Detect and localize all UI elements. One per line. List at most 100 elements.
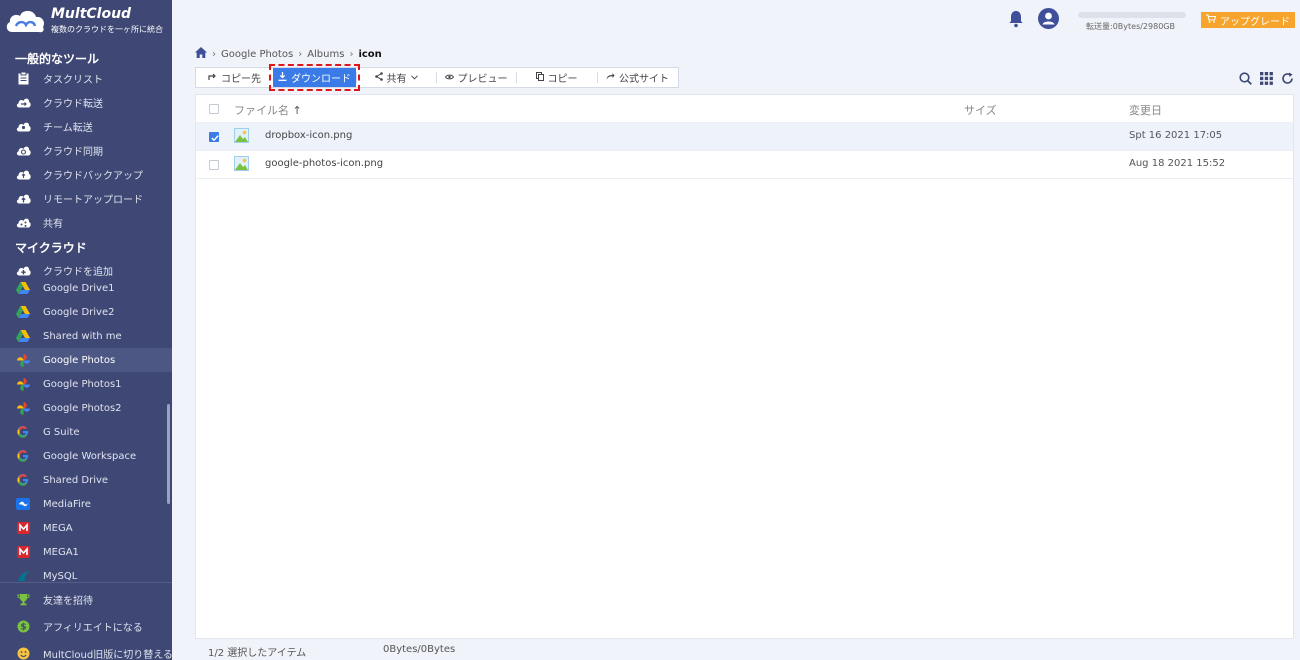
select-all-checkbox[interactable] <box>209 104 219 114</box>
affiliate-link[interactable]: $ アフィリエイトになる <box>0 613 172 640</box>
sidebar-item-label: Google Workspace <box>43 450 137 462</box>
upgrade-button[interactable]: アップグレード <box>1201 12 1295 28</box>
trophy-icon <box>15 593 31 607</box>
sidebar-item-label: MultCloud旧版に切り替える <box>43 650 172 660</box>
sidebar-item-task-list[interactable]: タスクリスト <box>0 66 172 90</box>
grid-view-icon[interactable] <box>1260 72 1273 85</box>
sidebar-item-share[interactable]: 共有 <box>0 210 172 234</box>
mysql-icon <box>15 569 31 583</box>
google-g-icon <box>15 425 31 439</box>
file-name[interactable]: dropbox-icon.png <box>265 130 352 141</box>
file-modified: Spt 16 2021 17:05 <box>1129 130 1223 141</box>
column-header-size[interactable]: サイズ <box>964 102 997 118</box>
search-icon[interactable] <box>1239 72 1252 85</box>
column-header-filename[interactable]: ファイル名 ↑ <box>234 102 302 118</box>
file-modified: Aug 18 2021 15:52 <box>1129 158 1226 169</box>
column-header-modified[interactable]: 変更日 <box>1129 102 1162 118</box>
redirect-arrow-icon <box>208 72 217 83</box>
download-button[interactable]: ダウンロード <box>269 64 360 91</box>
user-avatar[interactable] <box>1038 8 1059 29</box>
sidebar-item-g-suite[interactable]: G Suite <box>0 420 172 444</box>
breadcrumb-google-photos[interactable]: Google Photos <box>221 49 293 60</box>
share-button[interactable]: 共有 <box>356 68 436 87</box>
google-photos-icon <box>15 401 31 415</box>
copy-label: コピー <box>547 74 578 85</box>
copy-to-button[interactable]: コピー先 <box>196 68 273 87</box>
google-photos-icon <box>15 377 31 391</box>
my-cloud-section-title: マイクラウド <box>15 241 87 255</box>
sidebar-item-google-drive1[interactable]: Google Drive1 <box>0 276 172 300</box>
quota-text: 転送量:0Bytes/2980GB <box>1086 22 1175 31</box>
mediafire-icon <box>15 497 31 511</box>
sidebar-item-mega1[interactable]: MEGA1 <box>0 540 172 564</box>
row-checkbox[interactable] <box>209 160 219 170</box>
sidebar-item-label: Shared Drive <box>43 474 109 486</box>
sidebar-item-shared-with-me[interactable]: Shared with me <box>0 324 172 348</box>
sidebar-item-google-photos[interactable]: Google Photos <box>0 348 172 372</box>
sidebar-item-label: MySQL <box>43 570 78 582</box>
switch-old-version-link[interactable]: MultCloud旧版に切り替える <box>0 640 172 660</box>
sidebar-item-team-transfer[interactable]: チーム転送 <box>0 114 172 138</box>
sidebar-item-shared-drive[interactable]: Shared Drive <box>0 468 172 492</box>
sidebar-item-cloud-backup[interactable]: クラウドバックアップ <box>0 162 172 186</box>
cloud-nav: Google Drive1 Google Drive2 Shared with … <box>0 276 172 588</box>
share-label: 共有 <box>386 74 407 85</box>
table-row[interactable]: dropbox-icon.png Spt 16 2021 17:05 <box>196 123 1293 151</box>
preview-button[interactable]: プレビュー <box>436 68 516 87</box>
eye-icon <box>444 72 454 83</box>
sidebar-item-label: MEGA <box>43 522 73 534</box>
sidebar-item-google-photos1[interactable]: Google Photos1 <box>0 372 172 396</box>
sidebar-item-google-workspace[interactable]: Google Workspace <box>0 444 172 468</box>
forward-arrow-icon <box>606 72 615 83</box>
sidebar-item-label: クラウド同期 <box>43 146 103 158</box>
add-cloud-icon <box>15 263 31 277</box>
file-toolbar: コピー先 ダウンロード 共有 プレビュー コピー 公式サイト <box>195 64 679 91</box>
sidebar-item-google-drive2[interactable]: Google Drive2 <box>0 300 172 324</box>
image-file-icon <box>234 128 249 143</box>
table-row[interactable]: google-photos-icon.png Aug 18 2021 15:52 <box>196 151 1293 179</box>
copy-button[interactable]: コピー <box>516 68 597 87</box>
team-transfer-icon <box>15 119 31 133</box>
breadcrumb-albums[interactable]: Albums <box>307 49 344 60</box>
checkmark-icon <box>211 135 219 142</box>
official-site-label: 公式サイト <box>619 74 669 85</box>
row-checkbox[interactable] <box>209 132 219 142</box>
sidebar-item-label: 友達を招待 <box>43 596 93 607</box>
sidebar-item-label: Google Photos1 <box>43 378 122 390</box>
sidebar-item-label: Google Drive1 <box>43 282 115 294</box>
cloud-transfer-icon <box>15 95 31 109</box>
sidebar-item-remote-upload[interactable]: リモートアップロード <box>0 186 172 210</box>
share-icon <box>374 71 383 84</box>
sidebar-item-mega[interactable]: MEGA <box>0 516 172 540</box>
sidebar-item-mysql[interactable]: MySQL <box>0 564 172 588</box>
svg-text:$: $ <box>20 623 26 633</box>
sidebar-item-cloud-transfer[interactable]: クラウド転送 <box>0 90 172 114</box>
home-icon[interactable] <box>195 47 207 61</box>
share-cloud-icon <box>15 215 31 229</box>
cart-icon <box>1206 14 1217 26</box>
download-icon <box>278 71 287 84</box>
sidebar-item-cloud-sync[interactable]: クラウド同期 <box>0 138 172 162</box>
official-site-button[interactable]: 公式サイト <box>597 68 678 87</box>
sidebar-item-label: リモートアップロード <box>43 194 143 206</box>
table-header: ファイル名 ↑ サイズ 変更日 <box>196 95 1293 123</box>
sidebar-item-google-photos2[interactable]: Google Photos2 <box>0 396 172 420</box>
sidebar-item-label: MediaFire <box>43 498 91 510</box>
refresh-icon[interactable] <box>1281 72 1294 85</box>
sidebar-item-label: チーム転送 <box>43 122 93 134</box>
selection-size: 0Bytes/0Bytes <box>383 644 456 655</box>
breadcrumb-current: icon <box>358 48 382 60</box>
breadcrumb: › Google Photos › Albums › icon <box>195 47 382 61</box>
chevron-down-icon <box>410 72 418 83</box>
sidebar-item-label: 共有 <box>43 218 63 230</box>
sidebar-item-label: クラウド転送 <box>43 98 103 110</box>
sort-ascending-icon: ↑ <box>292 104 302 117</box>
sidebar-scrollbar[interactable] <box>167 404 170 504</box>
app-logo[interactable]: MultCloud 複数のクラウドを一ヶ所に統合 <box>4 4 169 38</box>
sidebar-divider <box>0 582 172 583</box>
invite-friends-link[interactable]: 友達を招待 <box>0 586 172 613</box>
notification-bell-icon[interactable] <box>1008 10 1024 28</box>
file-name[interactable]: google-photos-icon.png <box>265 158 383 169</box>
sidebar-item-mediafire[interactable]: MediaFire <box>0 492 172 516</box>
sidebar-item-label: Shared with me <box>43 330 122 342</box>
